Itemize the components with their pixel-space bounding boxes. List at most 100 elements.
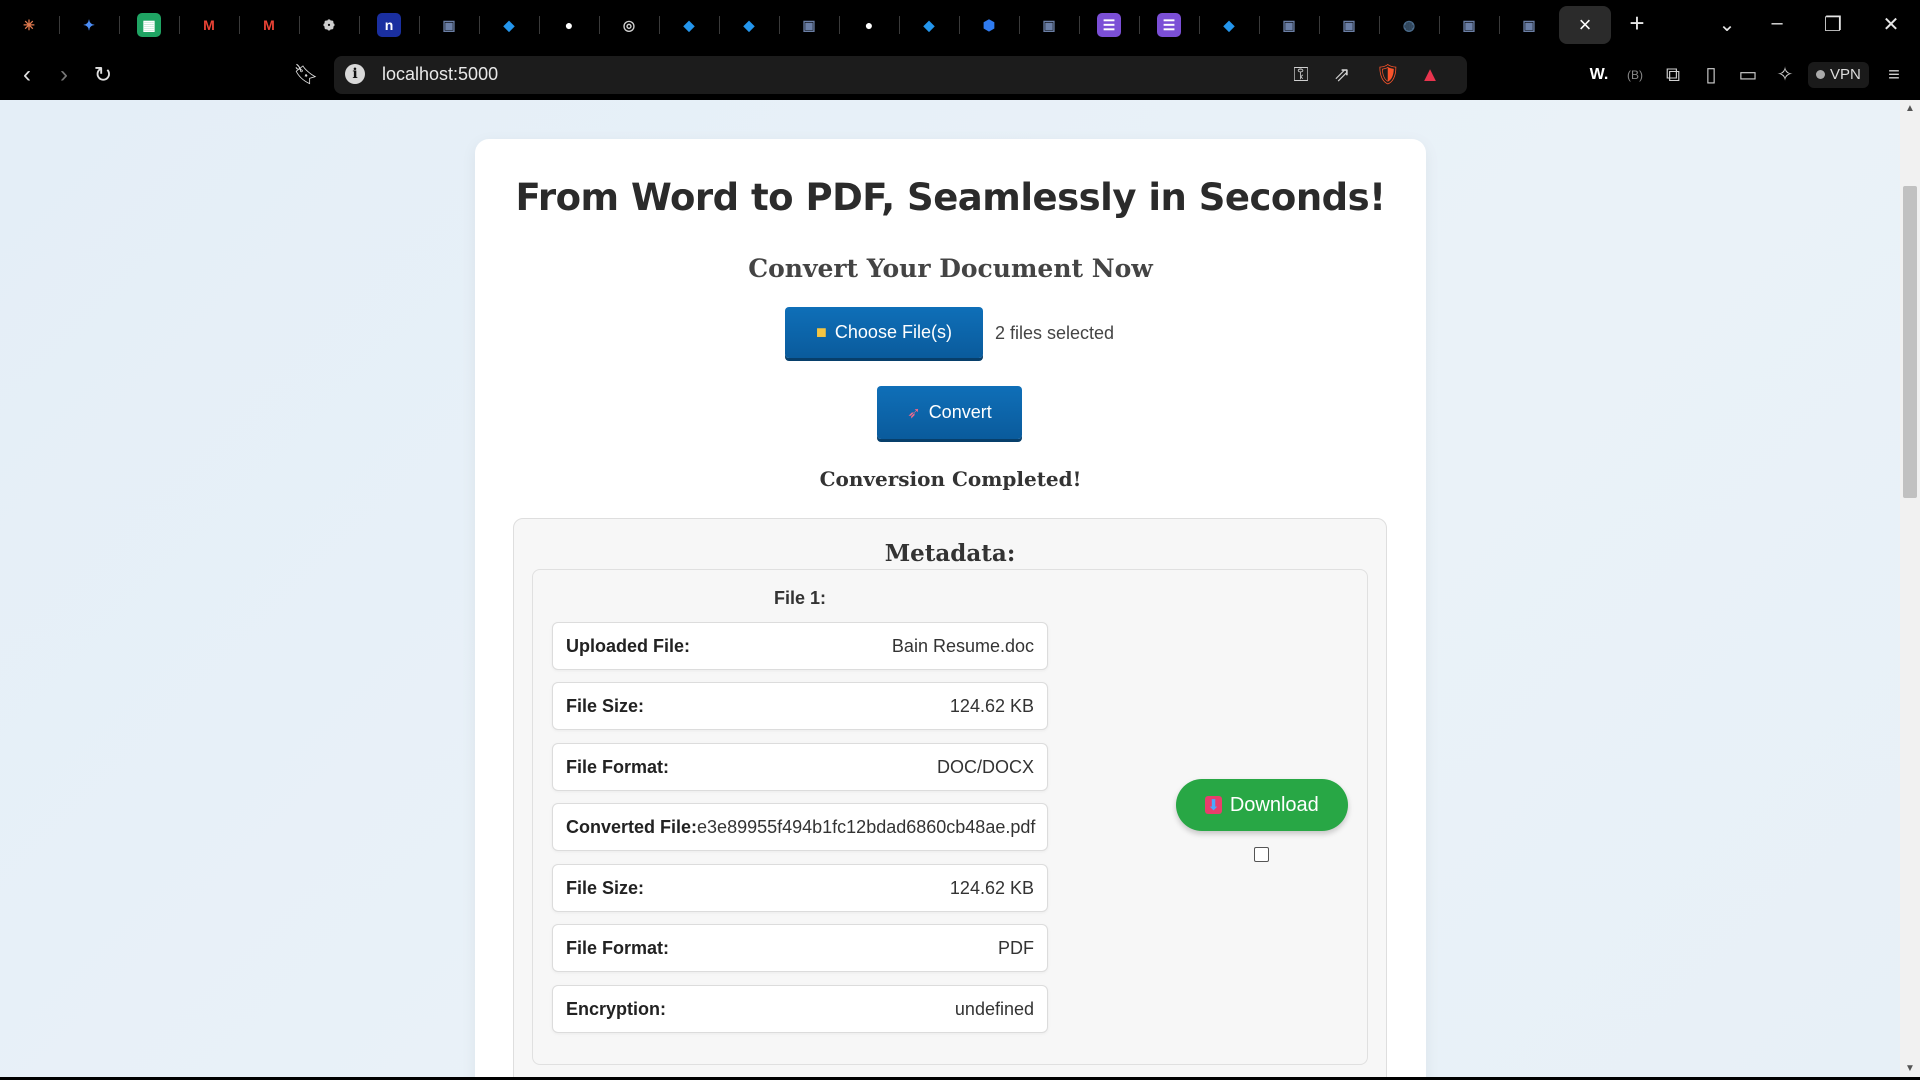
- doc-icon[interactable]: ▣: [437, 13, 461, 37]
- scroll-down-arrow-icon[interactable]: ▼: [1903, 1063, 1917, 1074]
- scroll-up-arrow-icon[interactable]: ▲: [1903, 103, 1917, 114]
- doc-icon[interactable]: ▣: [1517, 13, 1541, 37]
- convert-button[interactable]: ➶ Convert: [877, 386, 1022, 439]
- rocket-icon: ➶: [907, 404, 921, 422]
- doc-icon[interactable]: ▣: [797, 13, 821, 37]
- metadata-row-converted-file: Converted File: e3e89955f494b1fc12bdad68…: [552, 803, 1048, 851]
- extensions-puzzle-icon[interactable]: ⧉: [1659, 62, 1687, 88]
- leo-ai-icon[interactable]: ✧: [1771, 62, 1799, 88]
- tab-separator: [719, 16, 720, 34]
- docker-icon[interactable]: ◆: [917, 13, 941, 37]
- tab-separator: [959, 16, 960, 34]
- doc-icon[interactable]: ▣: [1337, 13, 1361, 37]
- row-key: File Format:: [566, 756, 670, 777]
- download-button[interactable]: ⬇ Download: [1176, 779, 1348, 831]
- select-file-checkbox[interactable]: [1254, 847, 1269, 862]
- folder-icon: ■: [816, 322, 827, 342]
- row-value: DOC/DOCX: [936, 756, 1034, 777]
- url-text[interactable]: localhost:5000: [382, 64, 498, 85]
- scrollbar-thumb[interactable]: [1903, 186, 1917, 498]
- row-value: PDF: [998, 937, 1034, 958]
- circle-icon[interactable]: ◍: [1397, 13, 1421, 37]
- docker-icon[interactable]: ◆: [677, 13, 701, 37]
- minimize-icon[interactable]: –: [1762, 12, 1792, 35]
- download-icon: ⬇: [1205, 796, 1222, 814]
- github-icon[interactable]: ●: [857, 13, 881, 37]
- tab-separator: [899, 16, 900, 34]
- extension-w-icon[interactable]: W.: [1585, 62, 1613, 88]
- claude-icon[interactable]: ✳: [17, 13, 41, 37]
- extension-gb-icon[interactable]: (B): [1621, 62, 1649, 88]
- close-tab-icon[interactable]: ×: [1579, 12, 1592, 38]
- gmail-icon[interactable]: M: [197, 13, 221, 37]
- docker-icon[interactable]: ◆: [497, 13, 521, 37]
- metadata-row-file-format: File Format: DOC/DOCX: [552, 743, 1048, 791]
- tab-separator: [479, 16, 480, 34]
- metadata-row-encryption: Encryption: undefined: [552, 985, 1048, 1033]
- share-icon[interactable]: ⇗: [1328, 62, 1356, 88]
- wallet-icon[interactable]: ▭: [1734, 62, 1762, 88]
- brave-rewards-icon[interactable]: ▲: [1416, 62, 1444, 88]
- choose-files-label: Choose File(s): [834, 322, 952, 342]
- new-tab-icon[interactable]: +: [1622, 8, 1652, 39]
- sheets-icon[interactable]: ▦: [137, 13, 161, 37]
- row-key: File Size:: [566, 877, 645, 898]
- menu-icon[interactable]: ≡: [1880, 62, 1908, 88]
- tab-separator: [1199, 16, 1200, 34]
- tab-strip: ✳ ✦ ▦ M M ❁ n ▣ ◆ ● ◎ ◆ ◆ ▣ ● ◆ ⬢ ▣ ☰ ☰ ◆ ▣ ▣ ◍ ▣ ▣ × + ⌄ – ❐ ✕: [0, 0, 1920, 50]
- sidebar-icon[interactable]: ▯: [1697, 62, 1725, 88]
- row-value: 124.62 KB: [949, 877, 1034, 898]
- close-window-icon[interactable]: ✕: [1876, 12, 1906, 37]
- tab-separator: [299, 16, 300, 34]
- vpn-button[interactable]: VPN: [1808, 62, 1869, 88]
- tab-separator: [179, 16, 180, 34]
- back-icon[interactable]: ‹: [13, 62, 41, 88]
- docker-icon[interactable]: ◆: [737, 13, 761, 37]
- shield-icon[interactable]: ⬢: [977, 13, 1001, 37]
- tab-separator: [1499, 16, 1500, 34]
- metadata-row-uploaded-file: Uploaded File: Bain Resume.doc: [552, 622, 1048, 670]
- tab-separator: [659, 16, 660, 34]
- page-subtitle: Convert Your Document Now: [748, 254, 1153, 283]
- tab-search-chevron-icon[interactable]: ⌄: [1712, 12, 1742, 37]
- tab-separator: [779, 16, 780, 34]
- row-value: e3e89955f494b1fc12bdad6860cb48ae.pdf: [697, 816, 1036, 837]
- gmail-icon[interactable]: M: [257, 13, 281, 37]
- metadata-row-file-size: File Size: 124.62 KB: [552, 682, 1048, 730]
- chatgpt-icon[interactable]: ❁: [317, 13, 341, 37]
- restore-icon[interactable]: ❐: [1818, 12, 1848, 37]
- list-icon[interactable]: ☰: [1157, 13, 1181, 37]
- metadata-title: Metadata:: [884, 540, 1016, 567]
- row-key: File Format:: [566, 937, 670, 958]
- row-key: Encryption:: [566, 998, 667, 1019]
- tab-separator: [119, 16, 120, 34]
- file-heading: File 1:: [773, 588, 826, 608]
- convert-label: Convert: [928, 402, 992, 422]
- github-icon[interactable]: ●: [557, 13, 581, 37]
- tab-separator: [1019, 16, 1020, 34]
- vpn-label: VPN: [1830, 66, 1861, 83]
- reload-icon[interactable]: ↻: [89, 62, 117, 88]
- choose-files-button[interactable]: ■ Choose File(s): [785, 307, 983, 358]
- brave-shield-icon[interactable]: 🛡︎: [1374, 62, 1402, 88]
- n-icon[interactable]: n: [377, 13, 401, 37]
- gemini-icon[interactable]: ✦: [77, 13, 101, 37]
- forward-icon[interactable]: ›: [50, 62, 78, 88]
- doc-icon[interactable]: ▣: [1277, 13, 1301, 37]
- metadata-row-pdf-size: File Size: 124.62 KB: [552, 864, 1048, 912]
- active-tab[interactable]: ×: [1559, 6, 1611, 44]
- tab-separator: [1259, 16, 1260, 34]
- list-icon[interactable]: ☰: [1097, 13, 1121, 37]
- tab-separator: [1079, 16, 1080, 34]
- tab-separator: [1319, 16, 1320, 34]
- bookmark-icon[interactable]: 🔖︎: [292, 62, 320, 88]
- metadata-row-pdf-format: File Format: PDF: [552, 924, 1048, 972]
- key-icon[interactable]: ⚿: [1287, 62, 1315, 88]
- doc-icon[interactable]: ▣: [1457, 13, 1481, 37]
- row-value: undefined: [954, 998, 1034, 1019]
- tab-separator: [1439, 16, 1440, 34]
- doc-icon[interactable]: ▣: [1037, 13, 1061, 37]
- globe-icon[interactable]: ◎: [617, 13, 641, 37]
- docker-icon[interactable]: ◆: [1217, 13, 1241, 37]
- site-info-icon[interactable]: i: [345, 64, 365, 84]
